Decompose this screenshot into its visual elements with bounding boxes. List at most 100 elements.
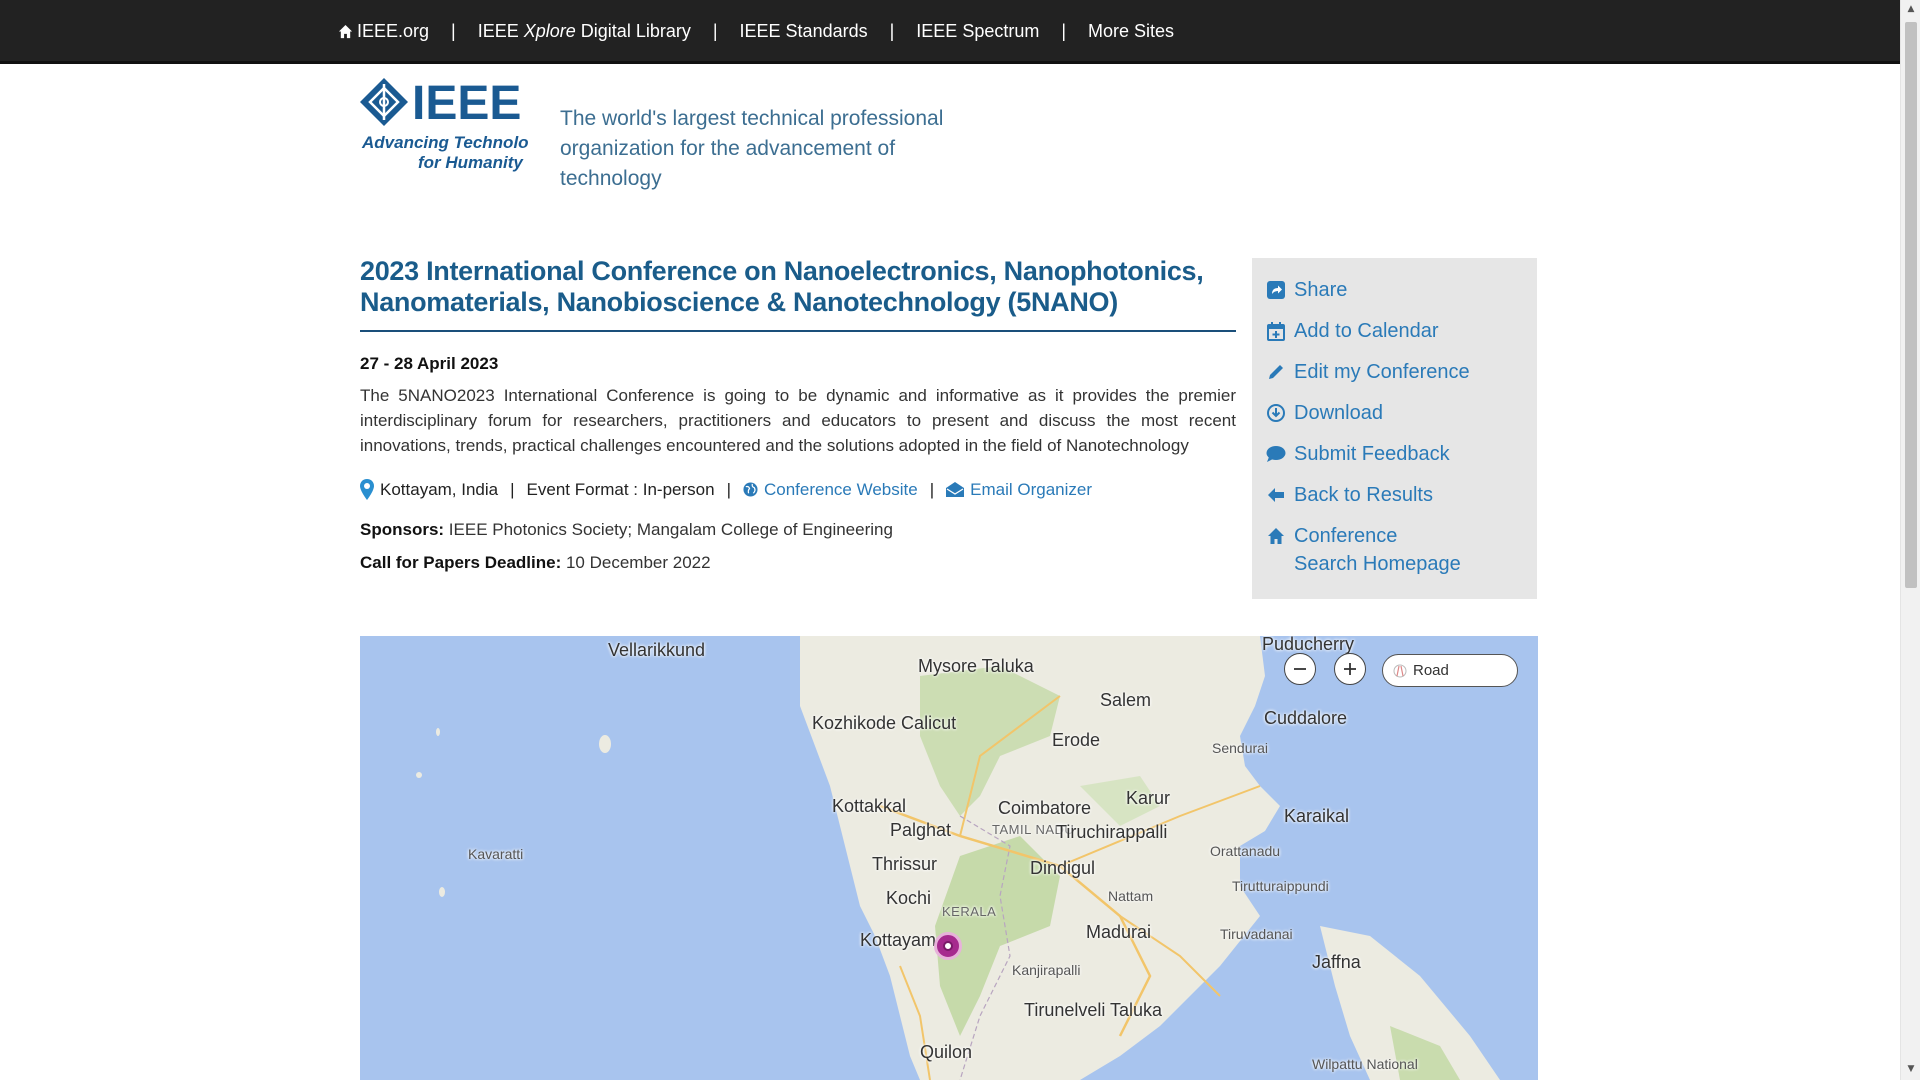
call-for-papers-row: Call for Papers Deadline: 10 December 20… (360, 553, 711, 573)
sidebar-download-label: Download (1294, 402, 1383, 424)
map-label-quilon: Quilon (920, 1042, 973, 1062)
scrollbar-thumb[interactable] (1905, 22, 1917, 588)
map-label-erode: Erode (1052, 730, 1101, 750)
conference-website-link[interactable]: Conference Website (743, 480, 918, 500)
sidebar-submit-feedback-label: Submit Feedback (1294, 443, 1450, 465)
ieee-diamond-icon (360, 78, 408, 126)
conference-description: The 5NANO2023 International Conference i… (360, 386, 1236, 455)
calendar-plus-icon (1266, 317, 1286, 345)
scroll-up-arrow-icon[interactable]: ▲ (1906, 4, 1916, 14)
cfp-value: 10 December 2022 (565, 553, 711, 572)
email-organizer-link[interactable]: Email Organizer (946, 480, 1092, 500)
nav-separator: | (712, 20, 718, 41)
map-label-tiruchirappalli: Tiruchirappalli (1056, 822, 1168, 842)
sidebar-back-to-results-label: Back to Results (1294, 484, 1433, 506)
conference-website-label: Conference Website (764, 479, 918, 499)
home-icon (1266, 522, 1286, 550)
topnav-xplore-link[interactable]: IEEE Xplore Digital Library (478, 21, 691, 42)
map-label-wilpattu: Wilpattu National (1312, 1056, 1418, 1072)
map-label-kerala: KERALA (942, 904, 997, 919)
tagline-line1: The world's largest technical profession… (560, 107, 944, 130)
ieee-logo[interactable]: IEEE Advancing Technology for Humanity (360, 77, 550, 174)
globe-icon (743, 482, 758, 497)
map-style-selector[interactable]: Road (1382, 654, 1518, 687)
meta-separator: | (510, 479, 515, 499)
sidebar-edit-conference[interactable]: Edit my Conference (1266, 358, 1523, 386)
conference-date: 27 - 28 April 2023 (360, 354, 499, 373)
map-label-kanjirapalli: Kanjirapalli (1012, 962, 1081, 978)
top-nav-links: IEEE.org | IEEE Xplore Digital Library |… (338, 0, 1174, 62)
location-map[interactable]: Vellarikkund Mysore Taluka Puducherry Sa… (360, 636, 1538, 1080)
map-label-nattam: Nattam (1108, 888, 1154, 904)
minus-icon (1294, 668, 1306, 670)
map-label-tirutturaippundi: Tirutturaippundi (1232, 878, 1329, 894)
sidebar-submit-feedback[interactable]: Submit Feedback (1266, 440, 1523, 468)
pencil-icon (1266, 358, 1286, 386)
sidebar-back-to-results[interactable]: Back to Results (1266, 481, 1523, 509)
sidebar-add-to-calendar-label: Add to Calendar (1294, 320, 1439, 342)
arrow-left-icon (1266, 481, 1286, 509)
map-label-sendurai: Sendurai (1212, 740, 1269, 756)
zoom-out-button[interactable] (1284, 653, 1316, 685)
home-icon (338, 24, 353, 38)
sidebar-share-label: Share (1294, 279, 1348, 301)
topnav-xplore-label: IEEE Xplore Digital Library (477, 20, 691, 41)
top-navigation-bar: IEEE.org | IEEE Xplore Digital Library |… (0, 0, 1900, 64)
map-label-palghat: Palghat (890, 820, 952, 840)
sidebar-share[interactable]: Share (1266, 276, 1523, 304)
conference-actions-sidebar: Share Add to Calendar Edit my Conference… (1252, 258, 1537, 599)
map-label-coimbatore: Coimbatore (998, 798, 1092, 818)
event-format: Event Format : In-person (526, 479, 715, 499)
sidebar-edit-conference-label: Edit my Conference (1294, 361, 1470, 383)
topnav-ieee-org-link[interactable]: IEEE.org (338, 21, 429, 42)
sponsors-label: Sponsors: (360, 520, 445, 539)
map-label-cuddalore: Cuddalore (1264, 708, 1348, 728)
map-label-mysore: Mysore Taluka (918, 656, 1034, 676)
share-icon (1266, 276, 1286, 304)
envelope-icon (946, 482, 965, 497)
sidebar-download[interactable]: Download (1266, 399, 1523, 427)
download-icon (1266, 399, 1286, 427)
sidebar-search-homepage[interactable]: Conference Search Homepage (1266, 522, 1523, 578)
sidebar-add-to-calendar[interactable]: Add to Calendar (1266, 317, 1523, 345)
nav-separator: | (889, 20, 895, 41)
location-marker-icon[interactable] (934, 932, 962, 960)
map-label-kozhikode: Kozhikode Calicut (812, 713, 957, 733)
map-label-orattanadu: Orattanadu (1210, 843, 1281, 859)
map-label-jaffna: Jaffna (1312, 952, 1361, 972)
map-label-kottakkal: Kottakkal (832, 796, 907, 816)
map-label-karur: Karur (1126, 788, 1171, 808)
map-label-thrissur: Thrissur (872, 854, 938, 874)
ieee-logo-text: IEEE (412, 78, 521, 130)
scroll-down-arrow-icon[interactable]: ▼ (1906, 1064, 1916, 1074)
map-land-layer (416, 636, 1500, 1080)
map-label-madurai: Madurai (1086, 922, 1152, 942)
map-label-salem: Salem (1100, 690, 1152, 710)
cfp-label: Call for Papers Deadline: (360, 553, 562, 572)
logo-tagline-line2: for Humanity (418, 153, 524, 172)
map-label-kottayam: Kottayam (860, 930, 937, 950)
map-label-dindigul: Dindigul (1030, 858, 1096, 878)
map-label-tirunelveli: Tirunelveli Taluka (1024, 1000, 1163, 1020)
meta-separator: | (726, 479, 731, 499)
sidebar-search-homepage-label: Conference Search Homepage (1294, 525, 1461, 575)
topnav-ieee-org-label: IEEE.org (357, 20, 430, 41)
sponsors-row: Sponsors: IEEE Photonics Society; Mangal… (360, 520, 893, 540)
location-pin-icon (360, 479, 374, 500)
map-label-tamil-nadu: TAMIL NADU (992, 822, 1074, 837)
topnav-spectrum-link[interactable]: IEEE Spectrum (916, 21, 1039, 42)
zoom-in-button[interactable] (1334, 653, 1366, 685)
header-tagline: The world's largest technical profession… (560, 104, 1000, 194)
nav-separator: | (451, 20, 456, 41)
sponsors-value: IEEE Photonics Society; Mangalam College… (448, 520, 893, 539)
road-icon (1393, 664, 1407, 677)
map-label-kavaratti: Kavaratti (468, 846, 524, 862)
page-scrollbar[interactable]: ▲ ▼ (1900, 0, 1920, 1080)
conference-location: Kottayam, India (380, 479, 499, 499)
map-label-vellarikkund: Vellarikkund (608, 640, 706, 660)
conference-meta-row: Kottayam, India | Event Format : In-pers… (360, 479, 1092, 500)
topnav-more-sites-link[interactable]: More Sites (1088, 21, 1174, 42)
map-label-puducherry: Puducherry (1262, 636, 1355, 654)
map-label-kochi: Kochi (886, 888, 932, 908)
topnav-standards-link[interactable]: IEEE Standards (740, 21, 868, 42)
